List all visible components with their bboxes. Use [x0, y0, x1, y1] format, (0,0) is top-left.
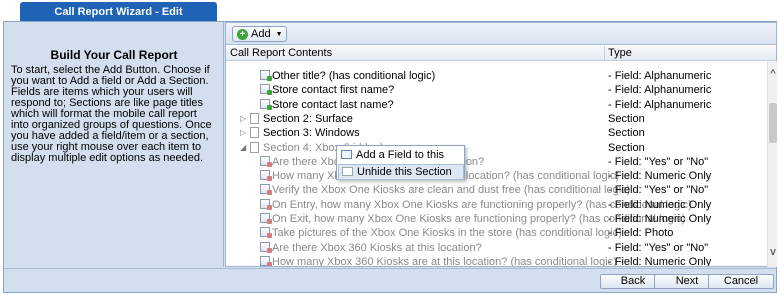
add-field-icon — [341, 150, 352, 159]
field-icon — [260, 155, 272, 167]
row-label: Store contact first name? — [272, 84, 395, 97]
row-type: - Field: Numeric Only — [608, 255, 712, 266]
add-icon: + — [237, 28, 248, 40]
row-label: Take pictures of the Xbox One Kiosks in … — [272, 227, 622, 240]
row-type: Section — [608, 141, 645, 154]
row-name: Store contact last name? — [260, 98, 394, 112]
cancel-button[interactable]: Cancel — [708, 274, 774, 289]
column-divider[interactable] — [604, 46, 605, 61]
field-row[interactable]: Store contact last name? - Field: Alphanu… — [226, 98, 767, 112]
field-icon — [260, 184, 272, 196]
contents-tree: Other title? (has conditional logic) - Fi… — [226, 61, 767, 266]
row-type: - Field: Alphanumeric — [608, 84, 712, 97]
field-icon — [260, 84, 272, 96]
field-row[interactable]: How many Xbox One Kiosks are at this loc… — [226, 169, 767, 183]
field-row[interactable]: On Exit, how many Xbox One Kiosks are fu… — [226, 212, 767, 226]
scroll-up-icon[interactable]: ^ — [768, 69, 778, 80]
field-row[interactable]: Are there Xbox One Kiosks at this locati… — [226, 155, 767, 169]
row-name: Are there Xbox 360 Kiosks at this locati… — [260, 241, 482, 255]
row-type: Section — [608, 127, 645, 140]
add-button[interactable]: + Add ▼ — [232, 26, 287, 42]
row-type: - Field: Photo — [608, 227, 674, 240]
collapse-icon[interactable]: ◢ — [240, 141, 246, 155]
row-name: How many Xbox 360 Kiosks are at this loc… — [260, 255, 617, 266]
scroll-down-icon[interactable]: v — [768, 247, 778, 258]
section-icon — [250, 127, 259, 139]
field-row[interactable]: Take pictures of the Xbox One Kiosks in … — [226, 226, 767, 240]
field-icon — [260, 241, 272, 253]
column-header: Call Report Contents Type — [226, 46, 776, 61]
row-label: Are there Xbox 360 Kiosks at this locati… — [272, 241, 482, 254]
section-icon — [250, 141, 259, 153]
row-name: Section 3: Windows — [250, 126, 360, 140]
field-icon — [260, 98, 272, 110]
row-name: Take pictures of the Xbox One Kiosks in … — [260, 226, 622, 240]
section-row[interactable]: ▷ Section 2: Surface Section — [226, 112, 767, 126]
toolbar: + Add ▼ — [226, 23, 776, 45]
menu-item-add-field[interactable]: Add a Field to this Section... — [338, 147, 464, 177]
chevron-down-icon: ▼ — [275, 30, 283, 38]
row-label: Store contact last name? — [272, 98, 394, 111]
footer: Back Next Cancel — [4, 268, 776, 292]
scroll-thumb[interactable] — [769, 103, 777, 143]
wizard-window: Build Your Call Report To start, select … — [3, 21, 777, 293]
row-type: - Field: "Yes" or "No" — [608, 155, 709, 168]
menu-item-unhide-section[interactable]: Unhide this Section — [338, 164, 464, 180]
unhide-icon — [342, 167, 353, 176]
field-icon — [260, 198, 272, 210]
row-name: Other title? (has conditional logic) — [260, 69, 435, 83]
column-type-header[interactable]: Type — [608, 47, 632, 59]
section-row[interactable]: ◢ Section 4: Xbox (hidden) Section — [226, 141, 767, 155]
row-type: - Field: Alphanumeric — [608, 70, 712, 82]
row-type: - Field: Numeric Only — [608, 170, 712, 183]
field-icon — [260, 255, 272, 266]
instructions-panel: Build Your Call Report To start, select … — [4, 22, 224, 267]
add-button-label: Add — [251, 28, 271, 40]
row-type: - Field: Numeric Only — [608, 213, 712, 225]
row-type: - Field: Numeric Only — [608, 198, 712, 211]
field-icon — [260, 213, 272, 224]
contents-panel: + Add ▼ Call Report Contents Type Other … — [225, 22, 777, 267]
expand-icon[interactable]: ▷ — [240, 112, 246, 126]
field-icon — [260, 170, 272, 182]
row-label: Other title? (has conditional logic) — [272, 70, 436, 82]
section-row[interactable]: ▷ Section 3: Windows Section — [226, 126, 767, 140]
row-type: - Field: Alphanumeric — [608, 98, 712, 111]
field-row[interactable]: Other title? (has conditional logic) - Fi… — [226, 69, 767, 83]
field-row[interactable]: How many Xbox 360 Kiosks are at this loc… — [226, 255, 767, 266]
row-type: - Field: "Yes" or "No" — [608, 241, 709, 254]
instructions-title: Build Your Call Report — [50, 48, 178, 62]
row-name: Store contact first name? — [260, 83, 394, 97]
wizard-tab: Call Report Wizard - Edit Sections/Field… — [20, 2, 217, 38]
context-menu: Add a Field to this Section... Unhide th… — [336, 145, 465, 180]
section-icon — [250, 112, 259, 124]
instructions-text: To start, select the Add Button. Choose … — [11, 64, 212, 164]
row-type: - Field: "Yes" or "No" — [608, 184, 709, 197]
field-icon — [260, 227, 272, 239]
field-row[interactable]: Are there Xbox 360 Kiosks at this locati… — [226, 241, 767, 255]
field-row[interactable]: On Entry, how many Xbox One Kiosks are f… — [226, 198, 767, 212]
row-name: Section 2: Surface — [250, 112, 353, 126]
expand-icon[interactable]: ▷ — [240, 126, 246, 140]
row-label: Section 3: Windows — [263, 127, 360, 140]
row-name: Verify the Xbox One Kiosks are clean and… — [260, 183, 630, 197]
vertical-scrollbar[interactable]: ^ v — [767, 61, 777, 267]
column-contents-header[interactable]: Call Report Contents — [230, 47, 332, 59]
field-icon — [260, 70, 272, 81]
row-label: Verify the Xbox One Kiosks are clean and… — [272, 184, 631, 197]
row-type: Section — [608, 112, 645, 125]
row-label: Section 2: Surface — [263, 112, 353, 125]
row-label: How many Xbox 360 Kiosks are at this loc… — [272, 255, 617, 266]
menu-item-label: Unhide this Section — [357, 166, 452, 178]
field-row[interactable]: Verify the Xbox One Kiosks are clean and… — [226, 183, 767, 197]
field-row[interactable]: Store contact first name? - Field: Alphan… — [226, 83, 767, 97]
